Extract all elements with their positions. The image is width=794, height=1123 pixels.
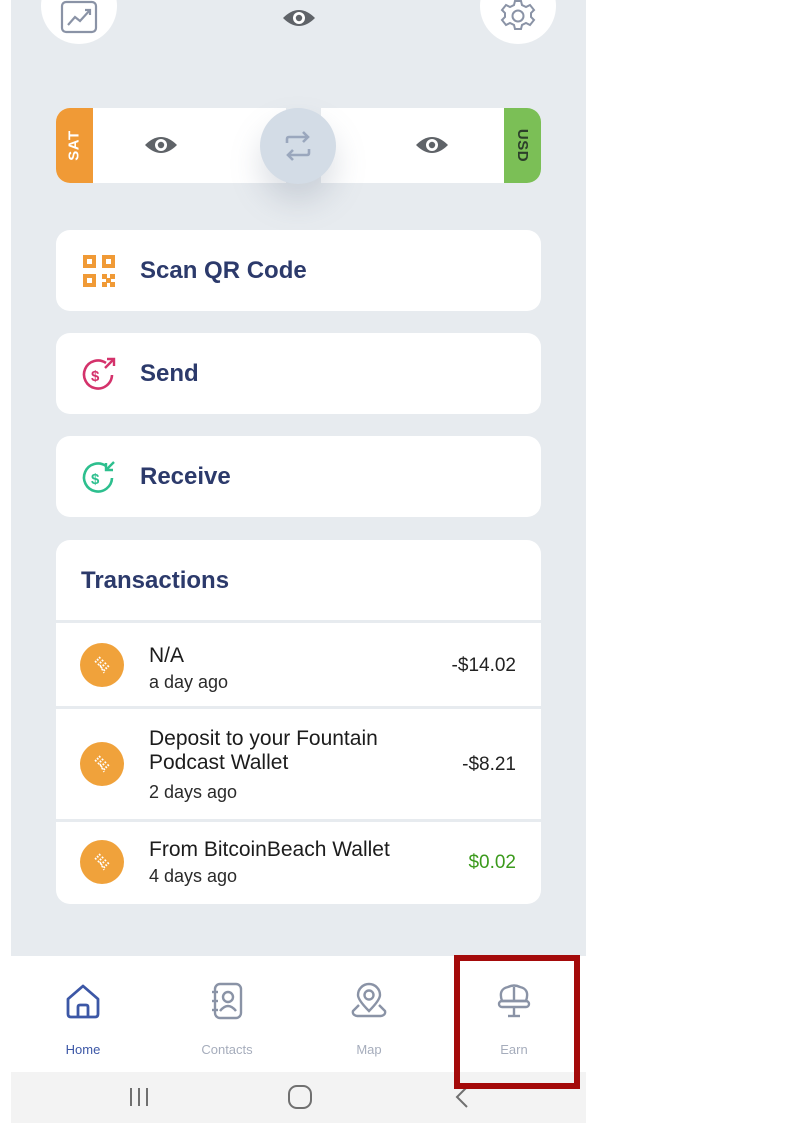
- transaction-amount: -$14.02: [451, 655, 516, 676]
- toggle-balance-button[interactable]: [281, 5, 317, 31]
- receive-button[interactable]: $ Receive: [56, 436, 541, 517]
- transaction-row[interactable]: From BitcoinBeach Wallet 4 days ago $0.0…: [56, 822, 541, 904]
- sat-label: SAT: [65, 130, 83, 161]
- nav-contacts[interactable]: Contacts: [182, 956, 272, 1072]
- recent-apps-icon: [130, 1088, 148, 1106]
- send-money-icon: $: [82, 357, 116, 390]
- bitcoin-lightning-icon: [80, 840, 124, 884]
- receive-label: Receive: [140, 462, 231, 490]
- gear-icon: [500, 0, 536, 30]
- usd-label: USD: [513, 128, 531, 163]
- usd-balance[interactable]: USD: [321, 108, 541, 183]
- transaction-time: 2 days ago: [149, 782, 238, 802]
- transaction-row[interactable]: Deposit to your Fountain Podcast Wallet …: [56, 709, 541, 819]
- send-label: Send: [140, 359, 199, 387]
- price-chart-button[interactable]: [41, 0, 117, 44]
- contacts-icon: [212, 982, 243, 1020]
- svg-text:$: $: [91, 471, 100, 488]
- transaction-description: From BitcoinBeach Wallet: [149, 838, 390, 861]
- nav-home-label: Home: [65, 1042, 101, 1057]
- eye-icon: [145, 137, 177, 153]
- nav-contacts-label: Contacts: [201, 1042, 253, 1057]
- bitcoin-lightning-icon: [80, 742, 124, 786]
- scan-qr-button[interactable]: Scan QR Code: [56, 230, 541, 311]
- settings-button[interactable]: [480, 0, 556, 44]
- swap-currency-button[interactable]: [260, 108, 336, 184]
- nav-map[interactable]: Map: [324, 956, 414, 1072]
- transactions-card: Transactions N/A a day ago -$14.02 Depos…: [56, 540, 541, 904]
- nav-home[interactable]: Home: [38, 956, 128, 1072]
- eye-icon: [416, 137, 448, 153]
- transaction-description: N/A: [149, 644, 185, 667]
- home-circle-icon: [288, 1085, 312, 1109]
- scan-qr-label: Scan QR Code: [140, 256, 307, 284]
- eye-icon: [283, 10, 315, 26]
- chart-icon: [60, 0, 98, 34]
- swap-icon: [285, 131, 311, 161]
- home-system-button[interactable]: [287, 1084, 313, 1110]
- bitcoin-lightning-icon: [80, 643, 124, 687]
- receive-money-icon: $: [82, 460, 115, 493]
- map-icon: [351, 982, 387, 1018]
- transaction-description: Deposit to your Fountain Podcast Wallet: [149, 727, 378, 774]
- recent-apps-button[interactable]: [126, 1084, 152, 1110]
- transaction-amount: $0.02: [468, 852, 516, 873]
- transaction-time: 4 days ago: [149, 866, 238, 886]
- transaction-time: a day ago: [149, 672, 229, 692]
- sat-currency-tag: SAT: [56, 108, 93, 183]
- usd-currency-tag: USD: [504, 108, 541, 183]
- nav-map-label: Map: [356, 1042, 382, 1057]
- svg-text:$: $: [91, 368, 100, 385]
- sat-balance[interactable]: SAT: [56, 108, 286, 183]
- transaction-amount: -$8.21: [462, 754, 516, 775]
- home-icon: [66, 984, 100, 1019]
- earn-highlight-box: [454, 955, 580, 1089]
- transaction-row[interactable]: N/A a day ago -$14.02: [56, 623, 541, 706]
- qr-code-icon: [83, 254, 115, 287]
- send-button[interactable]: $ Send: [56, 333, 541, 414]
- transactions-title[interactable]: Transactions: [81, 567, 229, 595]
